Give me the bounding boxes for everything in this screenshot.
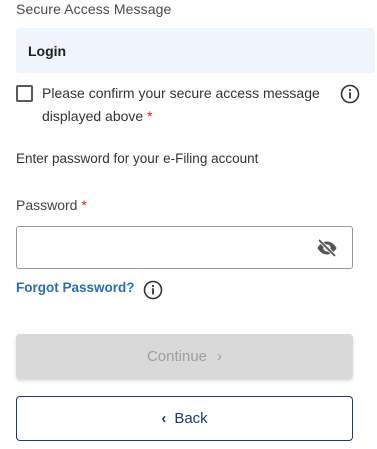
continue-label: Continue bbox=[146, 348, 208, 365]
secure-access-message-value: Login bbox=[28, 42, 67, 59]
info-icon[interactable] bbox=[340, 84, 360, 104]
required-asterisk: * bbox=[147, 108, 153, 124]
password-instruction: Enter password for your e-Filing account bbox=[16, 151, 259, 166]
confirm-label-text: Please confirm your secure access messag… bbox=[42, 85, 320, 124]
back-button[interactable]: ‹ Back bbox=[16, 396, 353, 441]
forgot-password-link[interactable]: Forgot Password? bbox=[16, 280, 135, 295]
required-asterisk: * bbox=[81, 197, 87, 213]
back-label: Back bbox=[174, 410, 208, 427]
password-label: Password * bbox=[16, 197, 87, 213]
secure-access-message-label: Secure Access Message bbox=[16, 1, 172, 17]
info-icon[interactable] bbox=[143, 280, 163, 300]
eye-off-icon[interactable] bbox=[316, 238, 338, 258]
chevron-right-icon: › bbox=[217, 348, 223, 365]
password-label-text: Password bbox=[16, 197, 78, 213]
confirm-label: Please confirm your secure access messag… bbox=[42, 82, 342, 128]
secure-access-message-box: Login bbox=[16, 28, 375, 73]
login-password-page: Secure Access Message Login Please confi… bbox=[0, 0, 377, 449]
password-field[interactable] bbox=[16, 226, 353, 269]
chevron-left-icon: ‹ bbox=[161, 410, 167, 427]
confirm-checkbox[interactable] bbox=[16, 85, 33, 102]
continue-button[interactable]: Continue › bbox=[16, 334, 353, 379]
